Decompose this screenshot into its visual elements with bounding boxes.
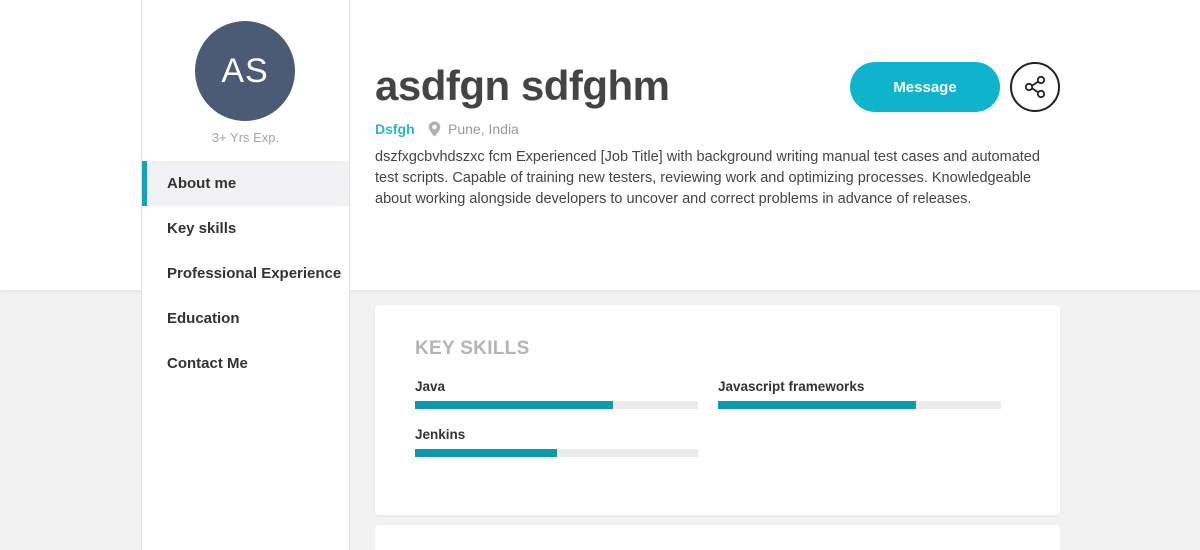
location: Pune, India [428, 121, 519, 137]
skill-name: Java [415, 379, 446, 394]
map-pin-icon [428, 121, 441, 137]
skill-item: Java [415, 379, 698, 409]
skill-progress-track [415, 449, 698, 457]
sidebar-item-label: Professional Experience [167, 265, 342, 282]
skill-progress-track [718, 401, 1001, 409]
experience-label: 3+ Yrs Exp. [211, 130, 280, 145]
sidebar-item-about-me[interactable]: About me [142, 161, 349, 206]
message-button[interactable]: Message [850, 62, 1000, 112]
sidebar-item-label: Contact Me [167, 355, 248, 372]
skill-item: Jenkins [415, 427, 698, 457]
avatar: AS [195, 21, 295, 121]
company-link[interactable]: Dsfgh [375, 121, 415, 137]
avatar-initials: AS [221, 51, 269, 90]
sidebar-item-key-skills[interactable]: Key skills [142, 206, 349, 251]
sidebar-item-label: Key skills [167, 220, 237, 237]
sidebar-item-contact-me[interactable]: Contact Me [142, 341, 349, 386]
next-section-card [375, 525, 1060, 550]
share-button[interactable] [1010, 62, 1060, 112]
skill-progress-fill [415, 401, 614, 409]
skill-name: Jenkins [415, 427, 466, 442]
skill-item: Javascript frameworks [718, 379, 1001, 409]
key-skills-card: KEY SKILLS Java Javascript frameworks Je… [375, 305, 1060, 515]
sidebar: AS 3+ Yrs Exp. About me Key skills Profe… [141, 0, 350, 550]
skill-name: Javascript frameworks [718, 379, 865, 394]
skill-progress-fill [718, 401, 917, 409]
profile-name: asdfgn sdfghm [375, 62, 670, 109]
sidebar-nav: About me Key skills Professional Experie… [142, 161, 349, 386]
location-text: Pune, India [448, 121, 519, 137]
sidebar-item-label: About me [167, 175, 237, 192]
key-skills-title: KEY SKILLS [415, 338, 530, 359]
skill-progress-track [415, 401, 698, 409]
sidebar-item-education[interactable]: Education [142, 296, 349, 341]
sidebar-item-professional-experience[interactable]: Professional Experience [142, 251, 349, 296]
profile-bio: dszfxgcbvhdszxc fcm Experienced [Job Tit… [375, 149, 1040, 207]
skill-progress-fill [415, 449, 557, 457]
share-icon [1024, 75, 1046, 99]
sidebar-item-label: Education [167, 310, 240, 327]
profile-page: AS 3+ Yrs Exp. About me Key skills Profe… [0, 0, 1200, 550]
